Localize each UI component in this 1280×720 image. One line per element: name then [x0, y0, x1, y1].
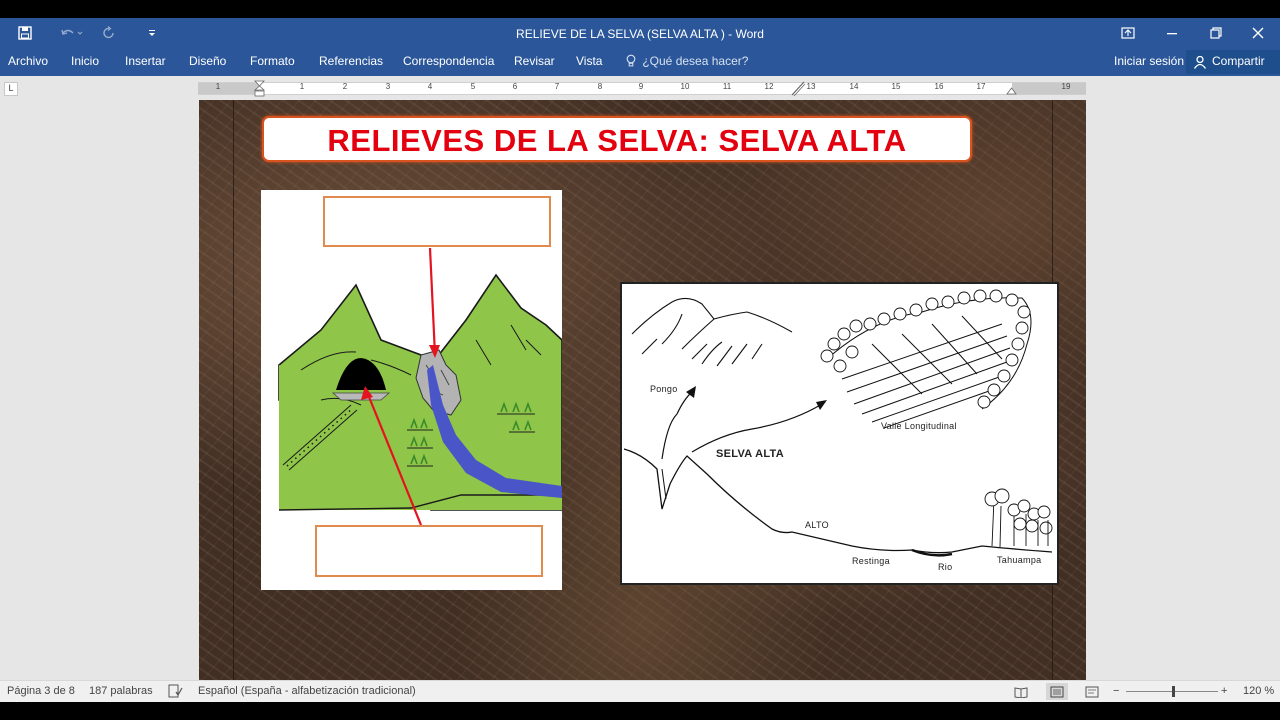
margin-line-left: [233, 100, 234, 680]
selva-alta-profile-icon: [623, 289, 1053, 557]
word-window: RELIEVE DE LA SELVA (SELVA ALTA ) - Word…: [0, 0, 1280, 720]
tab-correspondencia[interactable]: Correspondencia: [403, 48, 494, 76]
right-diagram: Pongo SELVA ALTA Valle Longitudinal ALTO…: [620, 282, 1059, 585]
ruler-number: 10: [680, 82, 690, 91]
title-bar: RELIEVE DE LA SELVA (SELVA ALTA ) - Word: [0, 18, 1280, 48]
sign-in-link[interactable]: Iniciar sesión: [1114, 48, 1184, 76]
document-area[interactable]: RELIEVES DE LA SELVA: SELVA ALTA Pongo S…: [0, 100, 1280, 680]
letterbox-bottom: [0, 702, 1280, 720]
share-label: Compartir: [1212, 54, 1265, 68]
answer-box-top[interactable]: [323, 196, 551, 247]
horizontal-ruler[interactable]: 1 1 2 3 4 5 6 7 8 9 10 11 12 13 14 15 16…: [198, 80, 1086, 98]
ruler-number: 7: [554, 82, 560, 91]
ruler-left-margin: [198, 83, 259, 94]
ribbon-display-options-icon[interactable]: [1106, 18, 1150, 48]
ruler-number: 4: [427, 82, 433, 91]
left-illustration: [261, 190, 563, 590]
restore-button[interactable]: [1194, 18, 1238, 48]
tell-me-box[interactable]: ¿Qué desea hacer?: [626, 48, 748, 76]
right-indent-icon[interactable]: [1006, 87, 1017, 95]
share-button[interactable]: Compartir: [1186, 50, 1280, 74]
column-marker-icon[interactable]: [790, 80, 806, 97]
tab-formato[interactable]: Formato: [250, 48, 295, 76]
zoom-level[interactable]: 120 %: [1243, 681, 1274, 703]
ruler-number: 11: [722, 82, 732, 91]
ruler-number: 3: [385, 82, 391, 91]
ruler-number: 5: [470, 82, 476, 91]
ribbon-tabs: Archivo Inicio Insertar Diseño Formato R…: [0, 48, 1280, 76]
tell-me-text: ¿Qué desea hacer?: [642, 54, 749, 68]
tab-referencias[interactable]: Referencias: [319, 48, 383, 76]
label-valle-longitudinal: Valle Longitudinal: [881, 421, 957, 431]
indent-marker-icon[interactable]: [254, 80, 265, 98]
close-button[interactable]: [1236, 18, 1280, 48]
label-alto: ALTO: [805, 520, 829, 530]
label-pongo: Pongo: [650, 384, 678, 394]
label-rio: Rio: [938, 562, 953, 572]
ruler-number: 1: [215, 82, 221, 91]
tab-selector[interactable]: L: [4, 82, 18, 96]
lightbulb-icon: [626, 54, 639, 68]
window-title: RELIEVE DE LA SELVA (SELVA ALTA ) - Word: [516, 27, 764, 41]
word-count[interactable]: 187 palabras: [89, 681, 153, 703]
answer-box-bottom[interactable]: [315, 525, 543, 577]
page-heading: RELIEVES DE LA SELVA: SELVA ALTA: [262, 116, 972, 162]
ruler-number: 9: [638, 82, 644, 91]
ruler-number: 8: [597, 82, 603, 91]
person-icon: [1193, 54, 1207, 76]
minimize-button[interactable]: [1150, 18, 1194, 48]
ruler-number: 13: [806, 82, 816, 91]
label-selva-alta: SELVA ALTA: [716, 448, 784, 460]
zoom-in-button[interactable]: +: [1221, 681, 1227, 703]
tab-insertar[interactable]: Insertar: [125, 48, 166, 76]
zoom-slider-thumb[interactable]: [1172, 686, 1175, 697]
ruler-number: 17: [976, 82, 986, 91]
tab-revisar[interactable]: Revisar: [514, 48, 555, 76]
zoom-out-button[interactable]: −: [1113, 681, 1119, 703]
ruler-number: 6: [512, 82, 518, 91]
label-restinga: Restinga: [852, 556, 890, 566]
letterbox-top: [0, 0, 1280, 18]
status-bar: Página 3 de 8 187 palabras Español (Espa…: [0, 680, 1280, 702]
page-count[interactable]: Página 3 de 8: [7, 681, 75, 703]
tab-vista[interactable]: Vista: [576, 48, 602, 76]
ruler-number: 1: [299, 82, 305, 91]
label-tahuampa: Tahuampa: [997, 555, 1042, 565]
tab-inicio[interactable]: Inicio: [71, 48, 99, 76]
ruler-number: 15: [891, 82, 901, 91]
ruler-number: 16: [934, 82, 944, 91]
tab-archivo[interactable]: Archivo: [8, 48, 48, 76]
ruler-number: 12: [764, 82, 774, 91]
language-status[interactable]: Español (España - alfabetización tradici…: [198, 681, 416, 703]
tab-diseno[interactable]: Diseño: [189, 48, 226, 76]
ruler-number: 19: [1061, 82, 1071, 91]
print-layout-icon[interactable]: [1046, 683, 1068, 700]
ruler-number: 2: [342, 82, 348, 91]
ruler-right-margin: [1012, 83, 1086, 94]
ruler-number: 14: [849, 82, 859, 91]
